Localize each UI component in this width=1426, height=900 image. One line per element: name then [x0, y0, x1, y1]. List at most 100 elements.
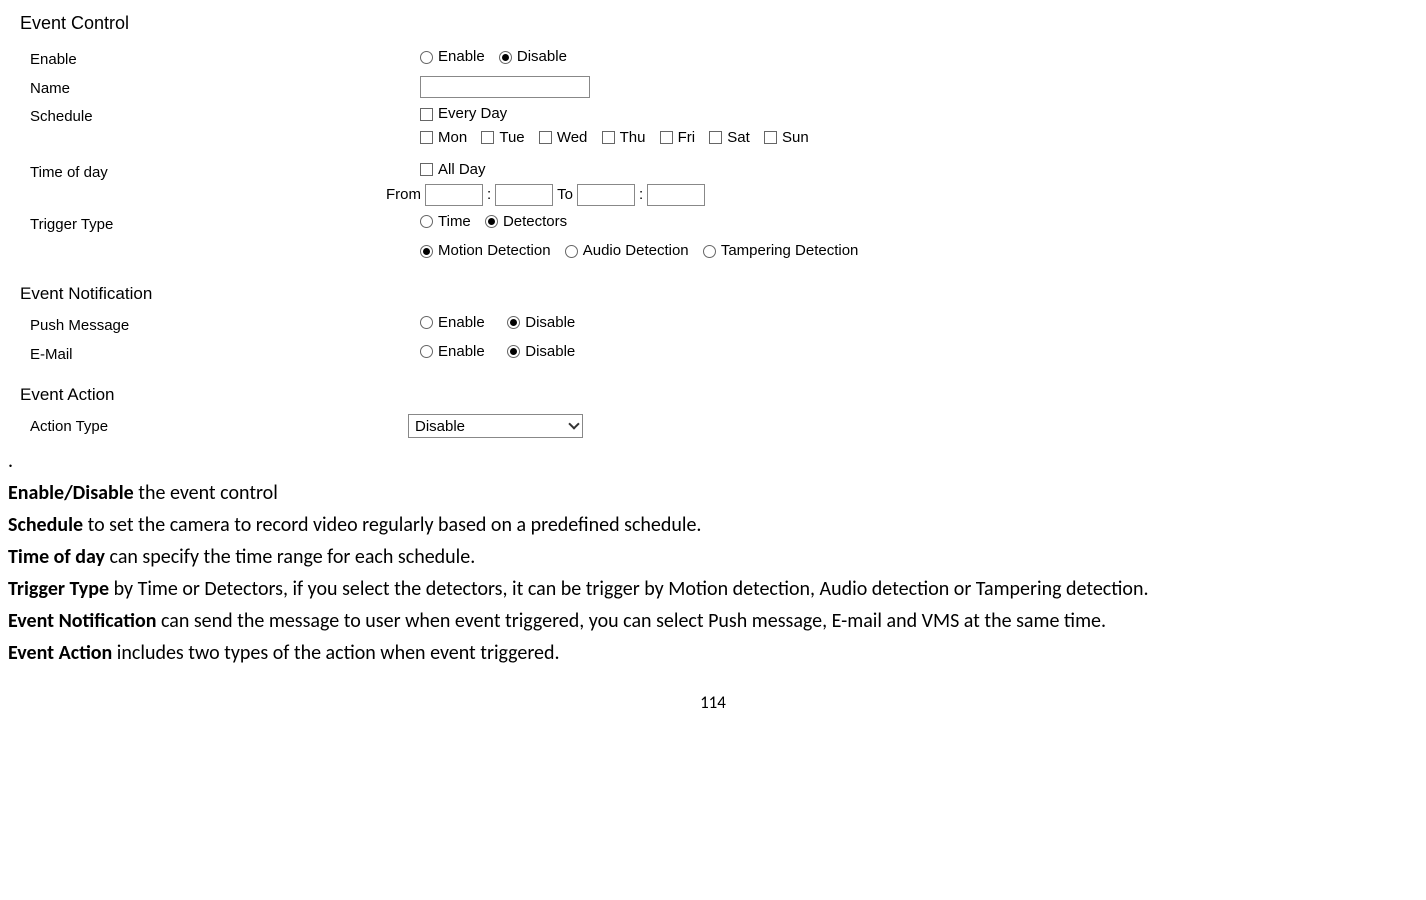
- fri-label: Fri: [678, 128, 696, 148]
- push-label: Push Message: [30, 313, 420, 336]
- event-notification-form: Push Message Enable Disable E-Mail Enabl…: [30, 313, 1418, 364]
- email-enable-radio[interactable]: Enable: [420, 342, 485, 362]
- detect-audio-radio[interactable]: Audio Detection: [565, 241, 689, 261]
- schedule-label: Schedule: [30, 104, 420, 127]
- from-min-input[interactable]: [495, 184, 553, 206]
- radio-icon: [485, 215, 498, 228]
- desc-line-5: Event Notification can send the message …: [8, 606, 1418, 636]
- colon-label-2: :: [639, 185, 643, 205]
- trigger-time-label: Time: [438, 212, 471, 232]
- name-input[interactable]: [420, 76, 590, 98]
- allday-label: All Day: [438, 160, 486, 180]
- radio-icon: [507, 345, 520, 358]
- actiontype-row: Action Type Disable: [30, 414, 1418, 438]
- email-enable-label: Enable: [438, 342, 485, 362]
- event-notification-title: Event Notification: [20, 283, 1418, 305]
- radio-icon: [420, 215, 433, 228]
- actiontype-select[interactable]: Disable: [408, 414, 583, 438]
- name-label: Name: [30, 76, 420, 99]
- event-control-title: Event Control: [20, 12, 1418, 35]
- push-disable-radio[interactable]: Disable: [507, 313, 575, 333]
- radio-icon: [420, 245, 433, 258]
- radio-icon: [420, 316, 433, 329]
- radio-icon: [703, 245, 716, 258]
- from-label: From: [386, 185, 421, 205]
- everyday-label: Every Day: [438, 104, 507, 124]
- colon-label-1: :: [487, 185, 491, 205]
- event-action-title: Event Action: [20, 384, 1418, 406]
- desc-period: .: [8, 446, 1418, 476]
- tue-label: Tue: [499, 128, 524, 148]
- checkbox-icon: [420, 108, 433, 121]
- to-min-input[interactable]: [647, 184, 705, 206]
- push-enable-radio[interactable]: Enable: [420, 313, 485, 333]
- checkbox-icon: [420, 163, 433, 176]
- email-label: E-Mail: [30, 342, 420, 365]
- desc-line-4: Trigger Type by Time or Detectors, if yo…: [8, 574, 1418, 604]
- radio-icon: [499, 51, 512, 64]
- desc-line-2: Schedule to set the camera to record vid…: [8, 510, 1418, 540]
- triggertype-row: Trigger Type Time Detectors Motion Detec…: [30, 212, 1418, 264]
- enable-row: Enable Enable Disable: [30, 47, 1418, 70]
- schedule-wed-checkbox[interactable]: Wed: [539, 128, 588, 148]
- email-disable-radio[interactable]: Disable: [507, 342, 575, 362]
- checkbox-icon: [539, 131, 552, 144]
- name-row: Name: [30, 76, 1418, 99]
- event-control-form: Enable Enable Disable Name Schedule Ever…: [30, 47, 1418, 263]
- detect-motion-radio[interactable]: Motion Detection: [420, 241, 551, 261]
- checkbox-icon: [481, 131, 494, 144]
- trigger-detectors-label: Detectors: [503, 212, 567, 232]
- email-disable-label: Disable: [525, 342, 575, 362]
- radio-icon: [420, 51, 433, 64]
- schedule-row: Schedule Every Day Mon Tue Wed Thu Fri S…: [30, 104, 1418, 150]
- radio-icon: [507, 316, 520, 329]
- triggertype-label: Trigger Type: [30, 212, 420, 235]
- desc-line-3: Time of day can specify the time range f…: [8, 542, 1418, 572]
- thu-label: Thu: [620, 128, 646, 148]
- to-label: To: [557, 185, 573, 205]
- enable-option-label: Enable: [438, 47, 485, 67]
- push-disable-label: Disable: [525, 313, 575, 333]
- push-row: Push Message Enable Disable: [30, 313, 1418, 336]
- sun-label: Sun: [782, 128, 809, 148]
- checkbox-icon: [602, 131, 615, 144]
- timeofday-label: Time of day: [30, 160, 420, 183]
- radio-icon: [420, 345, 433, 358]
- actiontype-label: Action Type: [30, 414, 408, 437]
- sat-label: Sat: [727, 128, 750, 148]
- schedule-fri-checkbox[interactable]: Fri: [660, 128, 696, 148]
- schedule-sun-checkbox[interactable]: Sun: [764, 128, 809, 148]
- trigger-time-radio[interactable]: Time: [420, 212, 471, 232]
- checkbox-icon: [764, 131, 777, 144]
- timeofday-row: Time of day All Day From : To :: [30, 160, 1418, 206]
- email-row: E-Mail Enable Disable: [30, 342, 1418, 365]
- checkbox-icon: [420, 131, 433, 144]
- radio-icon: [565, 245, 578, 258]
- schedule-thu-checkbox[interactable]: Thu: [602, 128, 646, 148]
- page-number: 114: [8, 692, 1418, 714]
- detect-tampering-label: Tampering Detection: [721, 241, 859, 261]
- enable-radio-disable[interactable]: Disable: [499, 47, 567, 67]
- to-hour-input[interactable]: [577, 184, 635, 206]
- desc-line-6: Event Action includes two types of the a…: [8, 638, 1418, 668]
- desc-line-1: Enable/Disable the event control: [8, 478, 1418, 508]
- from-hour-input[interactable]: [425, 184, 483, 206]
- event-action-form: Action Type Disable: [30, 414, 1418, 438]
- allday-checkbox[interactable]: All Day: [420, 160, 486, 180]
- checkbox-icon: [660, 131, 673, 144]
- schedule-tue-checkbox[interactable]: Tue: [481, 128, 524, 148]
- actiontype-value: Disable: [415, 417, 465, 437]
- description-block: . Enable/Disable the event control Sched…: [8, 446, 1418, 668]
- trigger-detectors-radio[interactable]: Detectors: [485, 212, 567, 232]
- schedule-mon-checkbox[interactable]: Mon: [420, 128, 467, 148]
- detect-tampering-radio[interactable]: Tampering Detection: [703, 241, 859, 261]
- schedule-sat-checkbox[interactable]: Sat: [709, 128, 750, 148]
- push-enable-label: Enable: [438, 313, 485, 333]
- disable-option-label: Disable: [517, 47, 567, 67]
- detect-motion-label: Motion Detection: [438, 241, 551, 261]
- schedule-everyday-checkbox[interactable]: Every Day: [420, 104, 507, 124]
- enable-radio-enable[interactable]: Enable: [420, 47, 485, 67]
- chevron-down-icon: [568, 419, 579, 430]
- wed-label: Wed: [557, 128, 588, 148]
- enable-label: Enable: [30, 47, 420, 70]
